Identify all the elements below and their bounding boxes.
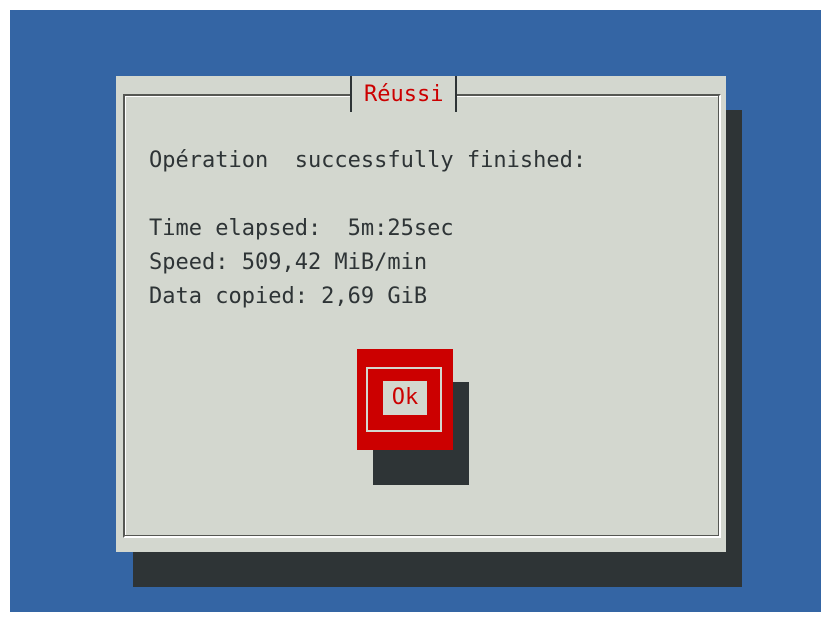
- ok-button-focus-ring: Ok: [366, 367, 442, 432]
- success-message: Opération successfully finished:: [149, 148, 587, 173]
- ok-button[interactable]: Ok: [357, 349, 453, 450]
- screen: Réussi Opération successfully finished: …: [0, 0, 831, 622]
- time-elapsed: Time elapsed: 5m:25sec: [149, 216, 454, 241]
- success-dialog: Réussi Opération successfully finished: …: [116, 76, 726, 552]
- copy-speed: Speed: 509,42 MiB/min: [149, 250, 428, 275]
- data-copied: Data copied: 2,69 GiB: [149, 284, 428, 309]
- dialog-title-box: Réussi: [350, 76, 458, 112]
- dialog-title: Réussi: [364, 81, 444, 107]
- ok-button-label: Ok: [383, 381, 427, 415]
